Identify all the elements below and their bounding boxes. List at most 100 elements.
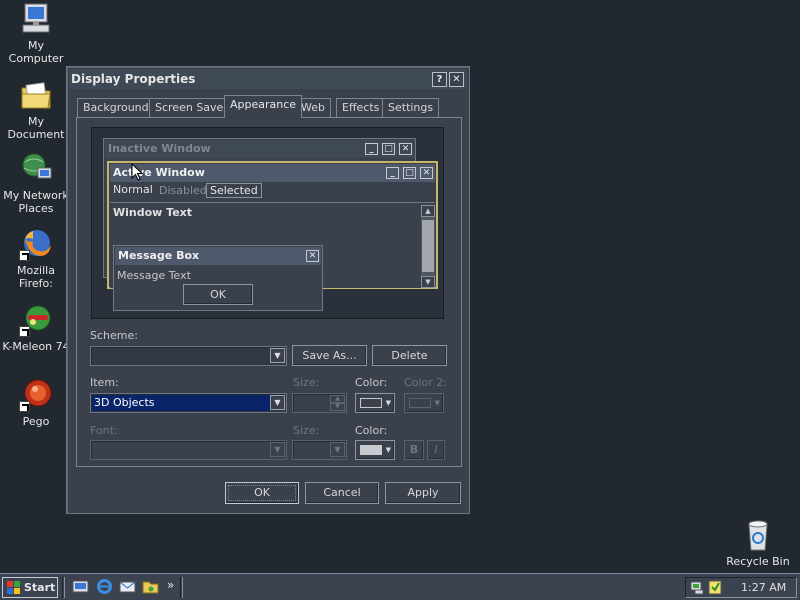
item-color-label: Color: [355,376,388,389]
taskbar: Start » 1:27 AM [0,573,800,600]
font-color-picker[interactable]: ▼ [355,440,395,460]
item-size-spinner: ▲ ▼ [292,393,347,413]
chevron-down-icon[interactable]: ▼ [270,348,285,363]
preview-window-text: Window Text [113,206,193,219]
desktop-icon-recycle-bin[interactable]: Recycle Bin [722,518,794,568]
recycle-bin-icon [741,518,775,552]
spin-up-icon: ▲ [330,395,345,403]
firefox-icon [19,227,53,261]
desktop-icon-label: Mozilla Firefo: [17,264,55,290]
item-selected-value: 3D Objects [92,395,270,411]
preview-inactive-title: Inactive Window _ □ ✕ [105,140,414,158]
item-label: Item: [90,376,119,389]
help-button[interactable]: ? [432,72,447,87]
show-desktop-icon[interactable] [72,578,89,595]
delete-button[interactable]: Delete [372,345,447,366]
spin-down-icon: ▼ [330,403,345,411]
preview-menu-selected: Selected [206,183,262,198]
scheme-label: Scheme: [90,329,138,342]
desktop-icon-my-documents[interactable]: My Document [0,78,72,141]
close-icon: ✕ [399,143,412,155]
k-meleon-icon [19,303,53,337]
font-size-label: Size: [293,424,320,437]
font-color-label: Color: [355,424,388,437]
shortcut-arrow-icon [19,250,30,261]
color-swatch [360,398,382,408]
preview-message-box-title: Message Box ✕ [115,247,321,265]
color-swatch [360,445,382,455]
network-status-icon[interactable] [690,580,706,595]
clock[interactable]: 1:27 AM [741,581,786,594]
italic-button[interactable]: I [427,440,445,460]
close-icon: ✕ [420,167,433,179]
appearance-preview[interactable]: Inactive Window _ □ ✕ Active Window _ □ … [91,127,444,319]
item-color2-picker: ▼ [404,393,444,413]
desktop-icon-label: Pego [22,415,50,428]
font-dropdown: ▼ [90,440,287,460]
ok-button[interactable]: OK [225,482,299,504]
pego-icon [19,378,53,412]
chevron-down-icon: ▼ [434,399,440,407]
bold-button[interactable]: B [404,440,424,460]
window-title: Display Properties [71,72,196,86]
system-tray: 1:27 AM [685,577,797,598]
item-color2-label: Color 2: [404,376,447,389]
chevron-down-icon[interactable]: ▼ [270,395,285,410]
tab-settings[interactable]: Settings [382,98,440,117]
tab-appearance[interactable]: Appearance [224,95,303,118]
desktop-icon-network[interactable]: My Network Places [0,152,72,215]
desktop-icon-label: My Document [7,115,65,141]
shortcut-arrow-icon [19,401,30,412]
desktop-icon-my-computer[interactable]: My Computer [0,2,72,65]
maximize-icon: □ [403,167,416,179]
tab-screen-saver[interactable]: Screen Saver [149,98,234,117]
taskbar-separator [62,577,65,598]
item-color-picker[interactable]: ▼ [355,393,395,413]
title-bar[interactable]: Display Properties ? ✕ [69,69,467,89]
preview-scrollbar: ▲ ▼ [421,205,435,288]
scroll-up-icon: ▲ [421,205,435,217]
font-size-dropdown: ▼ [292,440,347,460]
desktop-icon-firefox[interactable]: Mozilla Firefo: [0,227,72,290]
chevron-down-icon: ▼ [270,442,285,457]
media-folder-icon[interactable] [142,578,159,595]
maximize-icon: □ [382,143,395,155]
preview-ok-button: OK [183,284,253,305]
network-places-icon [19,152,53,186]
font-label: Font: [90,424,118,437]
item-dropdown[interactable]: 3D Objects ▼ [90,393,287,413]
desktop-icon-label: My Network Places [3,189,69,215]
desktop-icon-label: K-Meleon 74 [2,340,70,353]
close-button[interactable]: ✕ [449,72,464,87]
scheme-dropdown[interactable]: ▼ [90,346,287,366]
preview-message-text: Message Text [117,269,191,282]
scroll-down-icon: ▼ [421,276,435,288]
apply-button[interactable]: Apply [385,482,461,504]
my-computer-icon [19,2,53,36]
display-properties-window: Display Properties ? ✕ Background Screen… [66,66,470,514]
desktop-icon-k-meleon[interactable]: K-Meleon 74 [0,303,72,353]
chevron-down-icon: ▼ [330,442,345,457]
minimize-icon: _ [365,143,378,155]
outlook-express-icon[interactable] [119,578,136,595]
preview-active-title: Active Window _ □ ✕ [110,164,435,182]
preview-message-box: Message Box ✕ Message Text OK [113,245,323,311]
start-button[interactable]: Start [2,577,58,598]
cancel-button[interactable]: Cancel [305,482,379,504]
color-swatch [409,398,431,408]
tab-effects[interactable]: Effects [336,98,386,117]
security-shield-icon[interactable] [708,580,722,595]
scroll-thumb [422,220,434,272]
tab-background[interactable]: Background [77,98,155,117]
quick-launch-more[interactable]: » [167,578,174,592]
taskbar-separator [180,577,183,598]
close-icon: ✕ [306,250,319,262]
preview-menu-disabled: Disabled [159,184,207,197]
preview-menu-normal: Normal [113,183,153,196]
save-as-button[interactable]: Save As... [292,345,367,366]
shortcut-arrow-icon [19,326,30,337]
desktop-icon-pego[interactable]: Pego [0,378,72,428]
internet-explorer-icon[interactable] [96,578,113,595]
item-size-label: Size: [293,376,320,389]
mouse-cursor-icon [131,163,143,181]
